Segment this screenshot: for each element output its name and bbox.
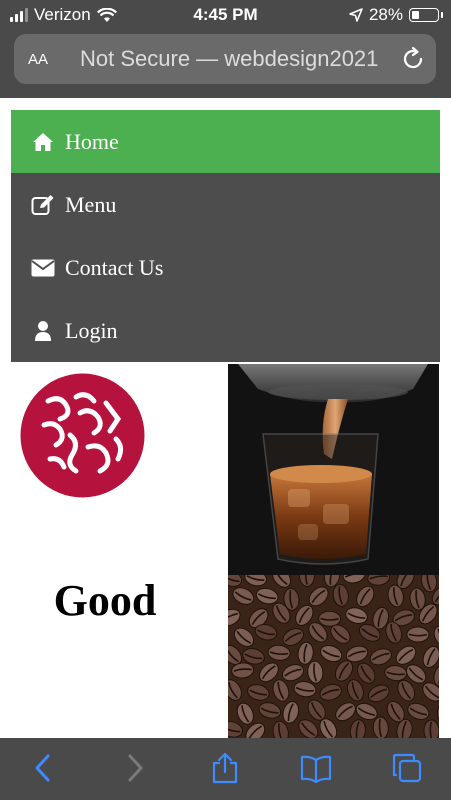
nav-item-label: Home [65, 128, 119, 154]
status-right: 28% [349, 5, 443, 25]
browser-chrome: AA Not Secure — webdesign2021 [0, 30, 451, 98]
text-size-button[interactable]: AA [28, 47, 48, 70]
nav-item-menu[interactable]: Menu [11, 173, 440, 236]
nav-item-home[interactable]: Home [11, 110, 440, 173]
url-field[interactable]: Not Secure — webdesign2021 [80, 46, 390, 72]
edit-icon [31, 194, 55, 216]
reload-icon[interactable] [400, 46, 426, 72]
site-logo [20, 373, 145, 498]
tabs-icon[interactable] [391, 752, 423, 784]
nav-menu: Home Menu Contact Us Login [11, 110, 440, 362]
nav-item-label: Login [65, 317, 118, 343]
address-bar[interactable]: AA Not Secure — webdesign2021 [14, 34, 436, 84]
location-icon [349, 8, 363, 22]
status-bar: Verizon 4:45 PM 28% [0, 0, 451, 30]
envelope-icon [31, 257, 55, 279]
nav-item-label: Contact Us [65, 254, 164, 280]
nav-item-login[interactable]: Login [11, 299, 440, 362]
page-heading: Good [53, 576, 157, 625]
forward-icon[interactable] [118, 752, 150, 784]
battery-icon [409, 8, 443, 22]
browser-toolbar [0, 738, 451, 800]
home-icon [31, 131, 55, 153]
espresso-image [228, 364, 439, 575]
user-icon [31, 320, 55, 342]
bookmarks-icon[interactable] [300, 752, 332, 784]
nav-item-label: Menu [65, 191, 117, 217]
back-icon[interactable] [28, 752, 60, 784]
nav-item-contact[interactable]: Contact Us [11, 236, 440, 299]
battery-percent: 28% [368, 5, 403, 24]
coffee-beans-image [228, 575, 439, 738]
share-icon[interactable] [209, 752, 241, 784]
